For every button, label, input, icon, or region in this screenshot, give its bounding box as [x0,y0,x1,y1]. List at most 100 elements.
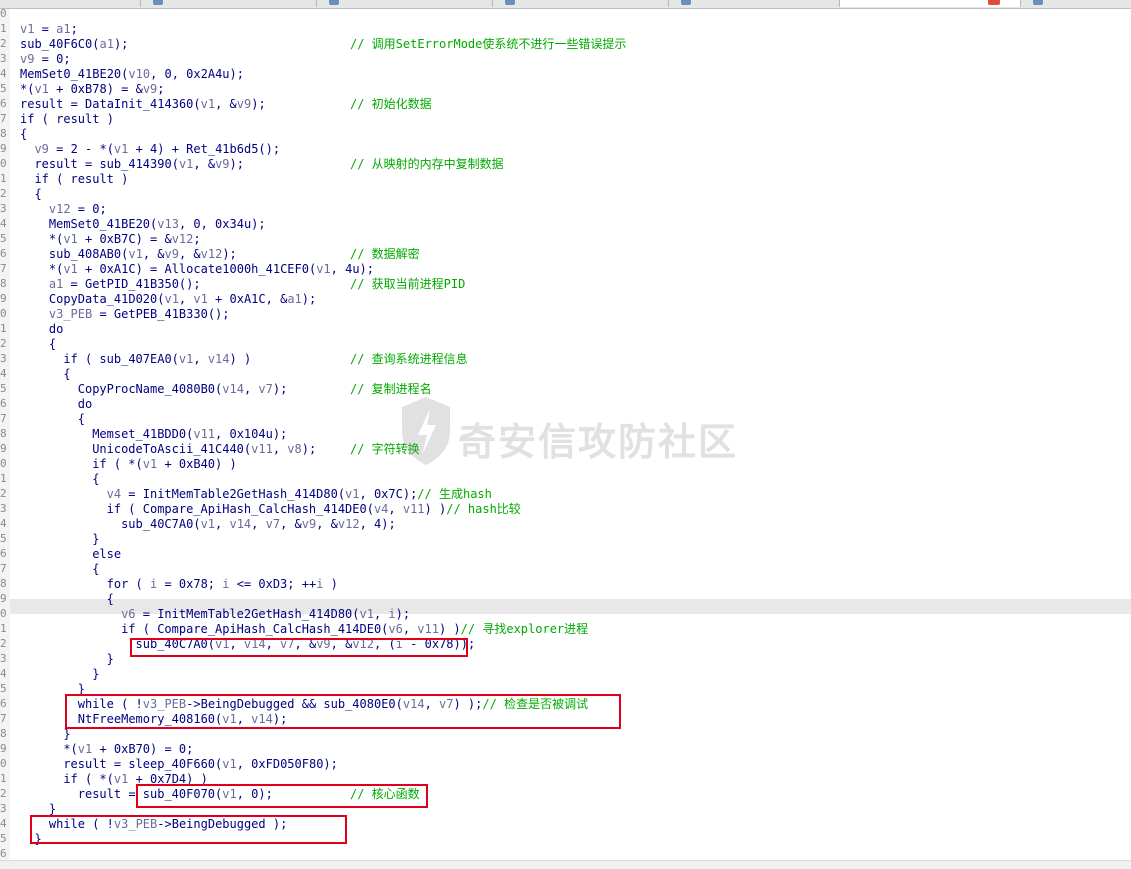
code-line[interactable]: if ( *(v1 + 0xB40) ) [92,457,237,472]
line-number: 9 [0,742,7,755]
line-number: 3 [0,652,7,665]
watermark-text: 奇安信攻防社区 [458,420,739,464]
document-icon [1033,0,1043,5]
line-number: 8 [0,727,7,740]
code-line[interactable]: sub_408AB0(v1, &v9, &v12); [49,247,237,262]
code-line[interactable]: } [92,667,99,682]
line-number: 6 [0,397,7,410]
annotation-box-debug-check [65,694,621,729]
code-line[interactable]: } [107,652,114,667]
code-line[interactable]: if ( result ) [34,172,128,187]
tab-2[interactable] [316,0,492,7]
code-line[interactable]: if ( sub_407EA0(v1, v14) ) [63,352,251,367]
code-line[interactable]: v9 = 0; [20,52,71,67]
code-line[interactable]: sub_40C7A0(v1, v14, v7, &v9, &v12, 4); [121,517,396,532]
line-number: 4 [0,667,7,680]
code-line[interactable]: } [63,727,70,742]
code-line[interactable]: v1 = a1; [20,22,78,37]
code-line[interactable]: } [92,532,99,547]
tab-pseudocode-active[interactable] [839,0,1021,7]
watermark: 奇安信攻防社区 [400,395,780,475]
code-line[interactable]: { [63,367,70,382]
code-line[interactable]: v3_PEB = GetPEB_41B330(); [49,307,230,322]
code-line[interactable]: if ( Compare_ApiHash_CalcHash_414DE0(v4,… [107,502,521,517]
code-line[interactable]: { [78,412,85,427]
line-number: 0 [0,607,7,620]
line-number: 9 [0,592,7,605]
code-line[interactable]: Memset_41BDD0(v11, 0x104u); [92,427,287,442]
line-number: 3 [0,202,7,215]
code-line[interactable]: { [49,337,56,352]
line-number: 1 [0,472,7,485]
line-number: 9 [0,142,7,155]
line-number: 0 [0,9,7,20]
code-line[interactable]: else [92,547,121,562]
code-line[interactable]: MemSet0_41BE20(v13, 0, 0x34u); [49,217,266,232]
code-line[interactable]: a1 = GetPID_41B350(); [49,277,201,292]
tab-4[interactable] [668,0,839,7]
line-number: 3 [0,502,7,515]
line-number: 3 [0,802,7,815]
code-line[interactable]: { [92,562,99,577]
code-comment: // 获取当前进程PID [350,277,466,291]
code-line[interactable]: do [78,397,92,412]
tab-3[interactable] [492,0,668,7]
line-number: 3 [0,352,7,365]
document-icon [505,0,515,5]
line-number: 6 [0,97,7,110]
code-line[interactable]: { [34,187,41,202]
code-line[interactable]: { [107,592,114,607]
code-line[interactable]: *(v1 + 0xB7C) = &v12; [49,232,201,247]
code-line[interactable]: result = DataInit_414360(v1, &v9); [20,97,266,112]
line-number: 1 [0,22,7,35]
code-line[interactable]: CopyProcName_4080B0(v14, v7); [78,382,288,397]
annotation-box-core-function [136,784,428,808]
tab-1[interactable] [140,0,316,7]
code-comment: // 从映射的内存中复制数据 [350,157,504,171]
code-line[interactable]: *(v1 + 0xB70) = 0; [63,742,193,757]
document-icon [153,0,163,5]
code-line[interactable]: v12 = 0; [49,202,107,217]
code-line[interactable]: *(v1 + 0xA1C) = Allocate1000h_41CEF0(v1,… [49,262,374,277]
code-line[interactable]: v9 = 2 - *(v1 + 4) + Ret_41b6d5(); [34,142,280,157]
line-number: 5 [0,532,7,545]
code-line[interactable]: UnicodeToAscii_41C440(v11, v8); [92,442,316,457]
line-number: 1 [0,772,7,785]
code-line[interactable]: CopyData_41D020(v1, v1 + 0xA1C, &a1); [49,292,316,307]
code-line[interactable]: { [20,127,27,142]
line-number: 0 [0,157,7,170]
code-line[interactable]: result = sub_414390(v1, &v9); [34,157,244,172]
line-number: 2 [0,787,7,800]
line-number: 4 [0,367,7,380]
close-icon[interactable] [988,0,1000,5]
code-line[interactable]: if ( Compare_ApiHash_CalcHash_414DE0(v6,… [121,622,588,637]
document-icon [329,0,339,5]
line-number: 7 [0,112,7,125]
line-number: 8 [0,577,7,590]
code-line[interactable]: sub_40F6C0(a1); [20,37,128,52]
line-number: 5 [0,832,7,845]
code-line[interactable]: v4 = InitMemTable2GetHash_414D80(v1, 0x7… [107,487,492,502]
code-line[interactable]: do [49,322,63,337]
line-number: 1 [0,172,7,185]
line-number: 9 [0,442,7,455]
line-number: 2 [0,487,7,500]
code-line[interactable]: result = sleep_40F660(v1, 0xFD050F80); [63,757,338,772]
line-number: 2 [0,37,7,50]
code-line[interactable]: if ( result ) [20,112,114,127]
tab-6[interactable] [1020,0,1131,7]
line-number: 9 [0,292,7,305]
line-number: 0 [0,457,7,470]
code-line[interactable]: MemSet0_41BE20(v10, 0, 0x2A4u); [20,67,244,82]
line-number: 7 [0,712,7,725]
line-number: 1 [0,622,7,635]
line-number: 7 [0,262,7,275]
line-number: 4 [0,67,7,80]
line-number: 7 [0,412,7,425]
line-number: 5 [0,682,7,695]
code-line[interactable]: *(v1 + 0xB78) = &v9; [20,82,165,97]
code-comment: // 查询系统进程信息 [350,352,468,366]
code-line[interactable]: for ( i = 0x78; i <= 0xD3; ++i ) [107,577,338,592]
code-line[interactable]: v6 = InitMemTable2GetHash_414D80(v1, i); [121,607,410,622]
code-line[interactable]: { [92,472,99,487]
